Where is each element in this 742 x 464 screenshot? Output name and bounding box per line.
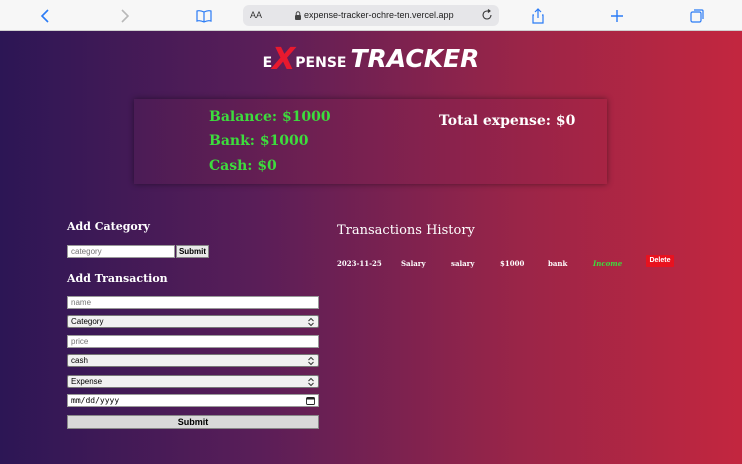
reload-icon[interactable] [480, 8, 494, 22]
share-icon[interactable] [528, 6, 548, 26]
chevron-updown-icon [308, 356, 314, 366]
category-select[interactable]: Category [67, 315, 319, 328]
forward-icon[interactable] [114, 6, 134, 26]
tx-category: Salary [401, 259, 426, 268]
name-input[interactable] [67, 296, 319, 309]
bookmarks-icon[interactable] [194, 6, 214, 26]
title-rest: PENSE [295, 55, 347, 71]
chevron-updown-icon [308, 317, 314, 327]
date-input[interactable]: mm/dd/yyyy [67, 394, 319, 407]
url-text: expense-tracker-ochre-ten.vercel.app [304, 10, 454, 20]
tabs-overview-icon[interactable] [687, 6, 707, 26]
chevron-updown-icon [308, 377, 314, 387]
add-transaction-heading: Add Transaction [67, 272, 168, 285]
payment-mode-select[interactable]: cash [67, 354, 319, 367]
payment-mode-value: cash [71, 356, 88, 365]
calendar-icon[interactable] [306, 396, 315, 405]
add-transaction-submit-button[interactable]: Submit [67, 415, 319, 429]
cash-value: Cash: $0 [209, 158, 277, 174]
bank-value: Bank: $1000 [209, 133, 309, 149]
table-row: 2023-11-25 Salary salary $1000 bank Inco… [337, 255, 677, 269]
transaction-type-value: Expense [71, 377, 103, 386]
app-title: EXPENSE TRACKER [0, 40, 742, 77]
transaction-type-select[interactable]: Expense [67, 375, 319, 388]
title-x-letter: X [272, 42, 296, 77]
add-category-submit-button[interactable]: Submit [176, 245, 209, 258]
back-icon[interactable] [36, 6, 56, 26]
tx-name: salary [451, 259, 475, 268]
add-category-heading: Add Category [67, 220, 150, 233]
category-select-value: Category [71, 317, 104, 326]
title-first-letter: E [262, 55, 273, 71]
browser-toolbar: AA expense-tracker-ochre-ten.vercel.app [0, 0, 742, 31]
date-input-value: mm/dd/yyyy [71, 396, 120, 405]
tx-type: Income [593, 259, 623, 268]
new-tab-icon[interactable] [607, 6, 627, 26]
tx-amount: $1000 [500, 259, 525, 268]
total-expense-value: Total expense: $0 [439, 113, 576, 129]
address-bar[interactable]: AA expense-tracker-ochre-ten.vercel.app [243, 5, 499, 26]
balance-value: Balance: $1000 [209, 109, 331, 125]
summary-card: Balance: $1000 Bank: $1000 Cash: $0 Tota… [134, 99, 607, 184]
delete-button[interactable]: Delete [646, 255, 674, 267]
tx-date: 2023-11-25 [337, 259, 382, 268]
category-input[interactable] [67, 245, 175, 258]
text-size-button[interactable]: AA [250, 10, 262, 20]
tx-mode: bank [548, 259, 568, 268]
transactions-heading: Transactions History [337, 223, 475, 238]
price-input[interactable] [67, 335, 319, 348]
title-tracker: TRACKER [350, 44, 480, 73]
lock-icon [295, 11, 301, 20]
